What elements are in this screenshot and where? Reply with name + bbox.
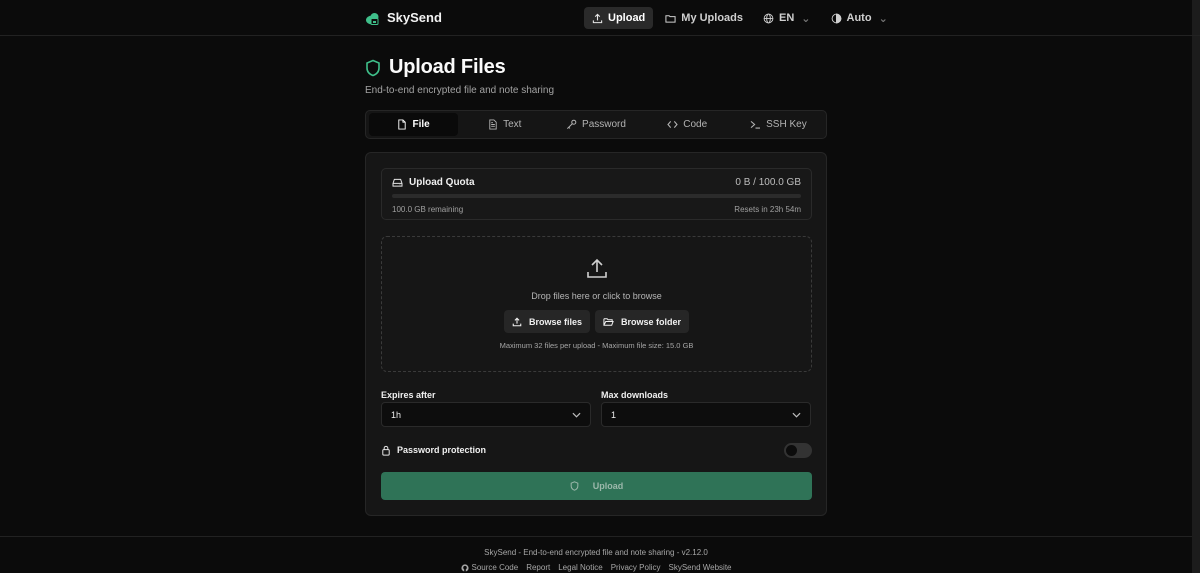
browse-files-button[interactable]: Browse files (503, 310, 590, 333)
skysend-logo-icon (366, 12, 379, 25)
shield-icon (366, 59, 380, 76)
upload-icon (512, 316, 522, 326)
browse-files-label: Browse files (528, 316, 582, 327)
key-icon (567, 119, 577, 129)
browse-folder-label: Browse folder (621, 316, 682, 327)
chevron-down-icon (792, 412, 801, 418)
hard-drive-icon (392, 178, 403, 187)
footer-link-privacy-policy[interactable]: Privacy Policy (611, 563, 661, 572)
chevron-down-icon (572, 412, 581, 418)
main-content: Upload Files End-to-end encrypted file a… (365, 56, 827, 516)
expires-select[interactable]: 1h (381, 402, 591, 427)
globe-icon (763, 13, 774, 23)
language-select[interactable]: EN ⌄ (755, 7, 819, 29)
tab-ssh-key-label: SSH Key (766, 119, 807, 130)
max-downloads-label: Max downloads (601, 390, 669, 400)
upload-button[interactable]: Upload (381, 472, 812, 500)
page-title: Upload Files (389, 56, 506, 78)
footer-link-legal-notice[interactable]: Legal Notice (558, 563, 602, 572)
upload-button-label: Upload (592, 481, 624, 491)
lock-icon (382, 445, 390, 456)
max-downloads-select[interactable]: 1 (601, 402, 811, 427)
brand[interactable]: SkySend (365, 10, 442, 26)
folder-open-icon (603, 317, 614, 326)
tab-ssh-key[interactable]: SSH Key (734, 113, 823, 136)
upload-card: Upload Quota 0 B / 100.0 GB 100.0 GB rem… (365, 152, 827, 516)
brand-name: SkySend (387, 10, 442, 25)
quota-title: Upload Quota (392, 177, 475, 188)
footer: SkySend - End-to-end encrypted file and … (0, 536, 1192, 573)
tab-code[interactable]: Code (643, 113, 732, 136)
title-row: Upload Files (365, 56, 827, 79)
dropzone-text: Drop files here or click to browse (531, 291, 662, 301)
toggle-knob (786, 444, 797, 456)
shield-icon (570, 481, 579, 491)
tab-text-label: Text (503, 119, 522, 130)
quota-reset: Resets in 23h 54m (734, 205, 801, 214)
chevron-down-icon: ⌄ (878, 12, 888, 25)
expires-value: 1h (391, 409, 402, 420)
tab-code-label: Code (683, 119, 708, 130)
file-dropzone[interactable]: Drop files here or click to browse Brows… (381, 236, 812, 372)
language-label: EN (779, 12, 795, 24)
tab-password[interactable]: Password (551, 113, 640, 136)
upload-icon (587, 258, 607, 278)
password-protection-label: Password protection (397, 445, 487, 455)
upload-icon (592, 13, 603, 23)
quota-usage: 0 B / 100.0 GB (735, 177, 801, 188)
footer-link-website[interactable]: SkySend Website (669, 563, 732, 572)
footer-tagline: SkySend - End-to-end encrypted file and … (484, 548, 708, 557)
upload-limit-text: Maximum 32 files per upload - Maximum fi… (499, 341, 694, 350)
quota-panel: Upload Quota 0 B / 100.0 GB 100.0 GB rem… (381, 168, 812, 220)
password-protection-row: Password protection (381, 442, 812, 458)
footer-link-source-code[interactable]: Source Code (460, 563, 519, 572)
chevron-down-icon: ⌄ (801, 12, 811, 25)
file-text-icon (489, 119, 497, 130)
nav-upload-label: Upload (608, 12, 646, 24)
quota-title-label: Upload Quota (409, 177, 475, 188)
max-downloads-value: 1 (611, 409, 617, 420)
footer-link-label: Source Code (471, 563, 519, 572)
footer-links: Source Code Report Legal Notice Privacy … (0, 563, 1192, 572)
page-subtitle: End-to-end encrypted file and note shari… (365, 85, 555, 96)
theme-icon (831, 13, 841, 23)
scrollbar[interactable] (1192, 0, 1200, 573)
tab-file-label: File (412, 119, 430, 130)
password-toggle[interactable] (784, 442, 812, 458)
expires-label: Expires after (381, 390, 436, 400)
theme-label: Auto (846, 12, 872, 24)
quota-remaining: 100.0 GB remaining (392, 205, 464, 214)
theme-select[interactable]: Auto ⌄ (823, 7, 896, 29)
browse-folder-button[interactable]: Browse folder (595, 310, 690, 333)
folder-icon (665, 14, 676, 23)
nav-my-uploads-label: My Uploads (681, 12, 744, 24)
footer-link-report[interactable]: Report (526, 563, 550, 572)
tab-bar: File Text Password Code SSH Key (365, 110, 827, 139)
code-icon (667, 120, 678, 129)
terminal-icon (750, 120, 761, 129)
file-icon (398, 119, 407, 130)
github-icon (460, 563, 469, 572)
quota-progress-bar (392, 194, 801, 198)
nav-upload[interactable]: Upload (584, 7, 654, 29)
top-header: SkySend Upload My Uploads EN ⌄ Auto ⌄ (0, 0, 1200, 36)
tab-password-label: Password (582, 119, 626, 130)
tab-file[interactable]: File (369, 113, 459, 136)
tab-text[interactable]: Text (460, 113, 549, 136)
main-nav: Upload My Uploads EN ⌄ Auto ⌄ (584, 7, 896, 29)
nav-my-uploads[interactable]: My Uploads (657, 7, 751, 29)
